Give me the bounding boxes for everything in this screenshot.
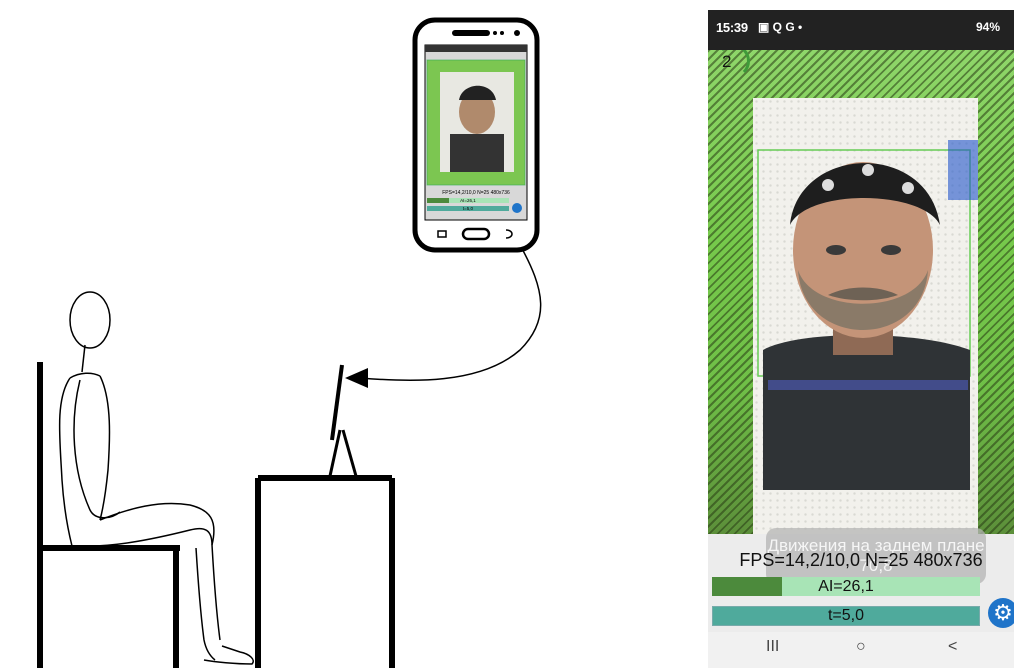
phone-screenshot: 15:39 ▣ Q G • 94% 2 Движения на заднем п… [708,10,1014,668]
t-progress-bar: t=5,0 [712,606,980,626]
camera-preview: 2 [708,50,1014,534]
status-time: 15:39 [716,20,748,35]
ai-progress-bar: AI=26,1 [712,577,980,596]
fps-readout: FPS=14,2/10,0 N=25 480x736 [739,550,983,570]
arrow-head [345,368,368,388]
tablet-on-stand [328,364,358,477]
seated-person [58,291,254,665]
settings-button[interactable]: ⚙ [988,598,1014,628]
gear-icon: ⚙ [993,600,1013,625]
phone-ai-text: AI=26,1 [460,198,476,203]
recent-apps-button[interactable]: III [766,638,779,656]
phone-fps-text: FPS=14,2/10,0 N=25 480x736 [442,190,510,196]
battery-text: 94% [975,20,1000,34]
countdown-number: 2 [722,52,732,71]
setup-illustration: FPS=14,2/10,0 N=25 480x736 AI=26,1 t=5,0 [37,17,542,668]
navigation-bar: III ○ < [708,632,1014,668]
home-button[interactable]: ○ [856,638,866,656]
notification-icons: ▣ Q G • [758,20,803,34]
table [255,475,395,668]
person-face [757,140,978,490]
t-label: t=5,0 [827,607,865,624]
phone-t-text: t=5,0 [463,206,474,211]
connection-cable [359,244,542,382]
phone-mockup [412,17,540,253]
status-bar: 15:39 ▣ Q G • 94% [708,10,1014,50]
back-button[interactable]: < [948,638,957,656]
ai-label: AI=26,1 [818,578,874,595]
